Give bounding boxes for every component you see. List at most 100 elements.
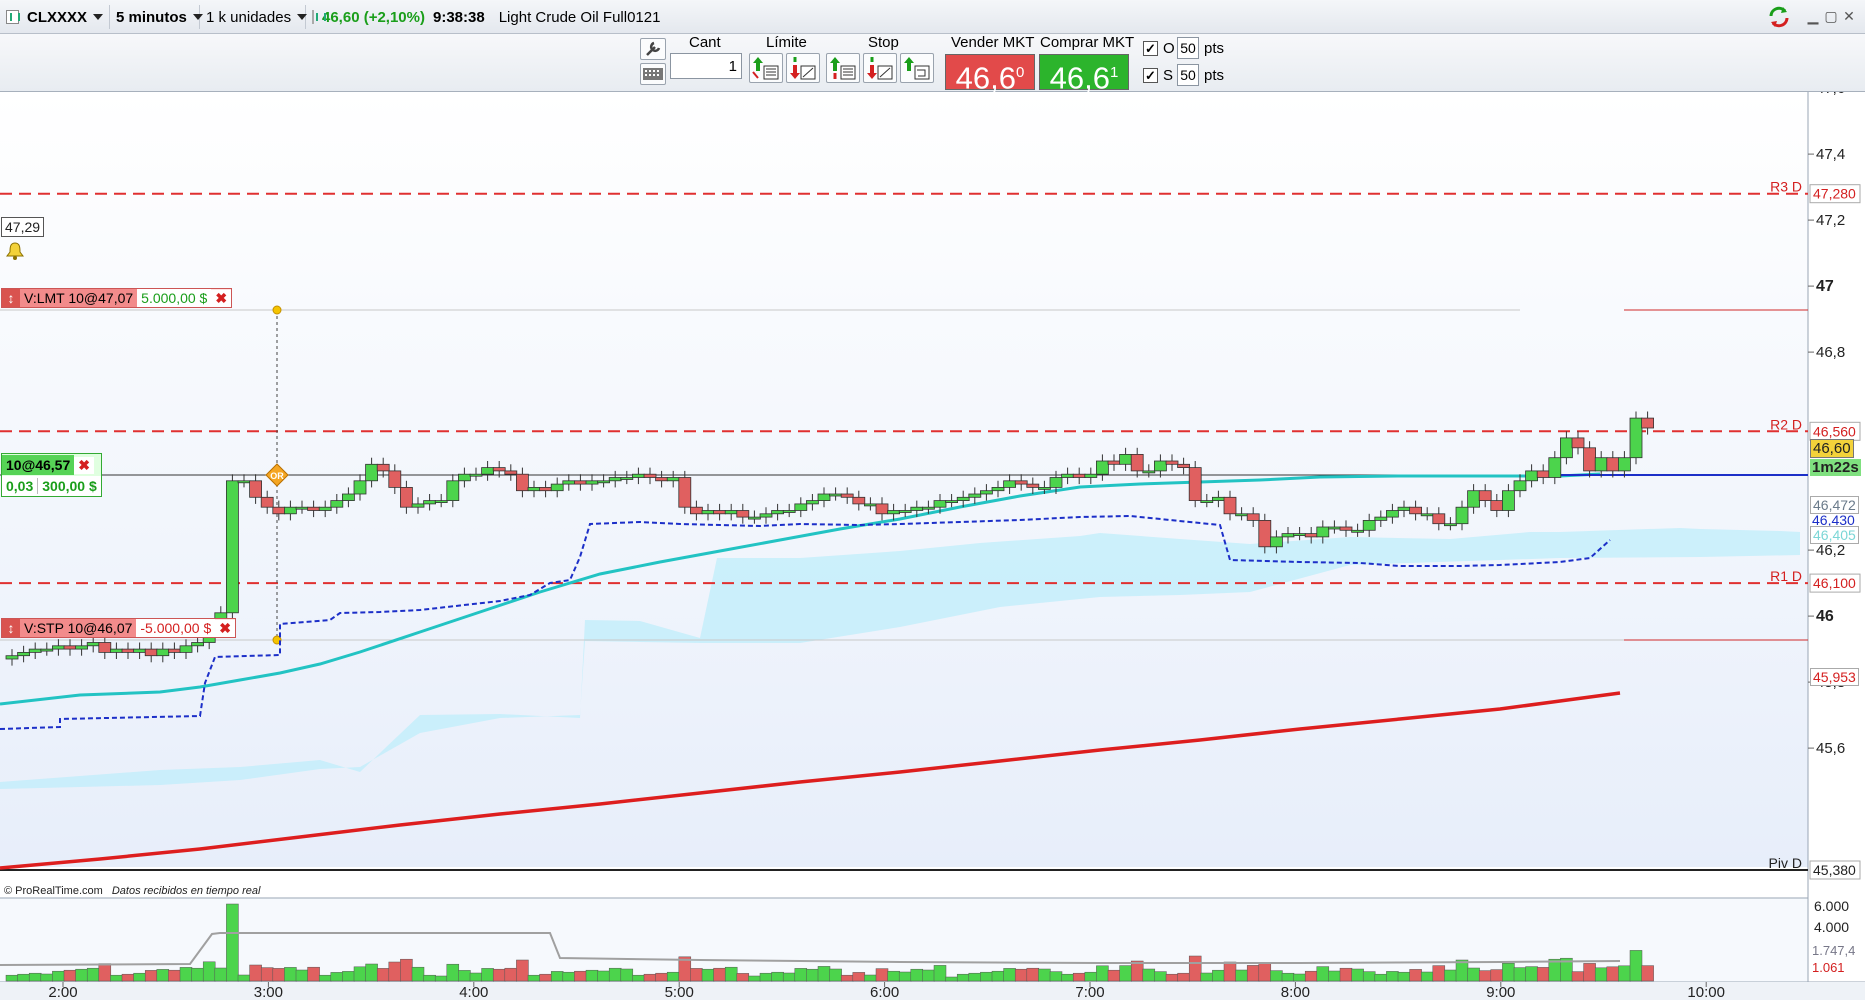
volume-bar (980, 971, 993, 982)
symbol-selector[interactable]: CLXXXX (0, 5, 110, 29)
candle (771, 510, 784, 515)
volume-bar (840, 974, 854, 982)
wrench-icon (646, 41, 661, 56)
volume-bar (1049, 971, 1063, 982)
keyboard-button[interactable] (640, 63, 666, 85)
volume-bar (1386, 971, 1399, 982)
candle (1490, 500, 1504, 511)
buy-limit-button[interactable] (749, 53, 783, 83)
quote-icon (312, 10, 326, 24)
sell-price-sup: 0 (1016, 64, 1025, 81)
candle (225, 480, 239, 614)
volume-bar (1084, 971, 1098, 982)
candle (1374, 516, 1388, 521)
volume-bar (1525, 966, 1538, 982)
limit-handle[interactable] (272, 305, 282, 315)
volume-bar (446, 963, 460, 982)
volume-bar (1641, 965, 1654, 982)
volume-bar (260, 967, 274, 982)
buy-market-button[interactable]: 46,61 (1039, 54, 1129, 95)
volume-bar (1328, 970, 1341, 982)
candle (75, 645, 88, 650)
candle (191, 642, 205, 647)
sell-limit-button[interactable] (786, 53, 820, 83)
limit-order-tag[interactable]: ↕ V:LMT 10@47,07 5.000,00 $ ✖ (1, 288, 233, 308)
candle (1513, 480, 1527, 492)
candle (643, 473, 657, 478)
time-tick-label: 9:00 (1486, 984, 1515, 1000)
volume-bar (28, 972, 42, 982)
candle (933, 500, 947, 508)
close-position-icon[interactable]: ✖ (74, 456, 94, 474)
candle (1270, 536, 1283, 548)
sell-stop-button[interactable] (863, 53, 897, 83)
candle (736, 510, 750, 518)
candle (527, 486, 541, 492)
position-tag[interactable]: 10@46,57 ✖ 0,03 300,00 $ (1, 453, 102, 497)
buy-stop-button[interactable] (826, 53, 860, 83)
volume-bar (318, 974, 332, 982)
volume-bar (1594, 967, 1608, 982)
alarm-bell-icon[interactable] (4, 240, 26, 262)
attribution: © ProRealTime.com Datos recibidos en tie… (4, 885, 261, 897)
volume-bar (817, 966, 831, 982)
candle (864, 503, 877, 507)
stop-order-tag[interactable]: ↕ V:STP 10@46,07 -5.000,00 $ ✖ (1, 618, 236, 638)
candle (388, 470, 402, 488)
candle (446, 480, 460, 501)
volume-bar (1374, 973, 1388, 982)
volume-bar (945, 976, 958, 982)
volume-bar (423, 974, 436, 982)
volume-bar (1293, 973, 1306, 982)
candle (469, 473, 483, 477)
cancel-stop-icon[interactable]: ✖ (215, 619, 235, 637)
cancel-limit-icon[interactable]: ✖ (211, 289, 232, 307)
stop-checkbox[interactable]: ✓ (1143, 68, 1158, 83)
volume-bar (179, 967, 193, 982)
timeframe-selector[interactable]: 5 minutos (110, 5, 203, 29)
volume-bar (458, 970, 471, 982)
keyboard-icon (643, 68, 663, 80)
candle (1641, 417, 1654, 429)
minimize-icon[interactable]: ▁ (1806, 9, 1820, 23)
volume-bar (620, 968, 634, 982)
candle (585, 480, 599, 485)
trailing-stop-button[interactable] (900, 53, 934, 83)
candle (1444, 523, 1457, 527)
candle (411, 503, 425, 508)
candle (1154, 460, 1167, 472)
close-icon[interactable]: ✕ (1842, 9, 1856, 23)
volume-bar (736, 973, 750, 982)
qty-input[interactable]: 1 (670, 53, 742, 79)
stop-pts-input[interactable]: 50 (1177, 64, 1199, 86)
drag-icon[interactable]: ↕ (2, 289, 20, 307)
candle (457, 473, 471, 482)
candle (434, 500, 448, 504)
candle (341, 493, 355, 501)
settings-button[interactable] (640, 38, 666, 60)
volume-bar (1154, 971, 1167, 982)
sync-icon[interactable] (1766, 4, 1792, 30)
candle (713, 510, 726, 515)
sell-market-button[interactable]: 46,60 (945, 54, 1035, 95)
candle (1594, 457, 1608, 472)
drag-icon[interactable]: ↕ (2, 619, 20, 637)
volume-tick-label: 4.000 (1814, 919, 1849, 935)
price-chart[interactable]: R3 D 47,280 R2 D 46,560 R1 D 46,100 Piv D 45,38… (0, 92, 1865, 1000)
candle (666, 477, 680, 482)
volume-bar (295, 969, 309, 982)
sell-price: 46,6 (955, 60, 1016, 96)
stop-order-amount: -5.000,00 $ (136, 619, 216, 637)
candle (539, 486, 552, 492)
volume-bar (144, 970, 158, 982)
volume-bar (481, 968, 494, 982)
candle (1502, 490, 1515, 511)
volume-bar (1235, 969, 1248, 982)
maximize-icon[interactable]: ▢ (1824, 9, 1838, 23)
volume-bar (1397, 971, 1411, 982)
units-selector[interactable]: 1 k unidades (200, 5, 308, 29)
candle (1026, 483, 1040, 488)
top-toolbar: CLXXXX 5 minutos 1 k unidades 46,60 (+2,… (0, 0, 1865, 34)
objective-checkbox[interactable]: ✓ (1143, 41, 1158, 56)
objective-pts-input[interactable]: 50 (1177, 37, 1199, 59)
